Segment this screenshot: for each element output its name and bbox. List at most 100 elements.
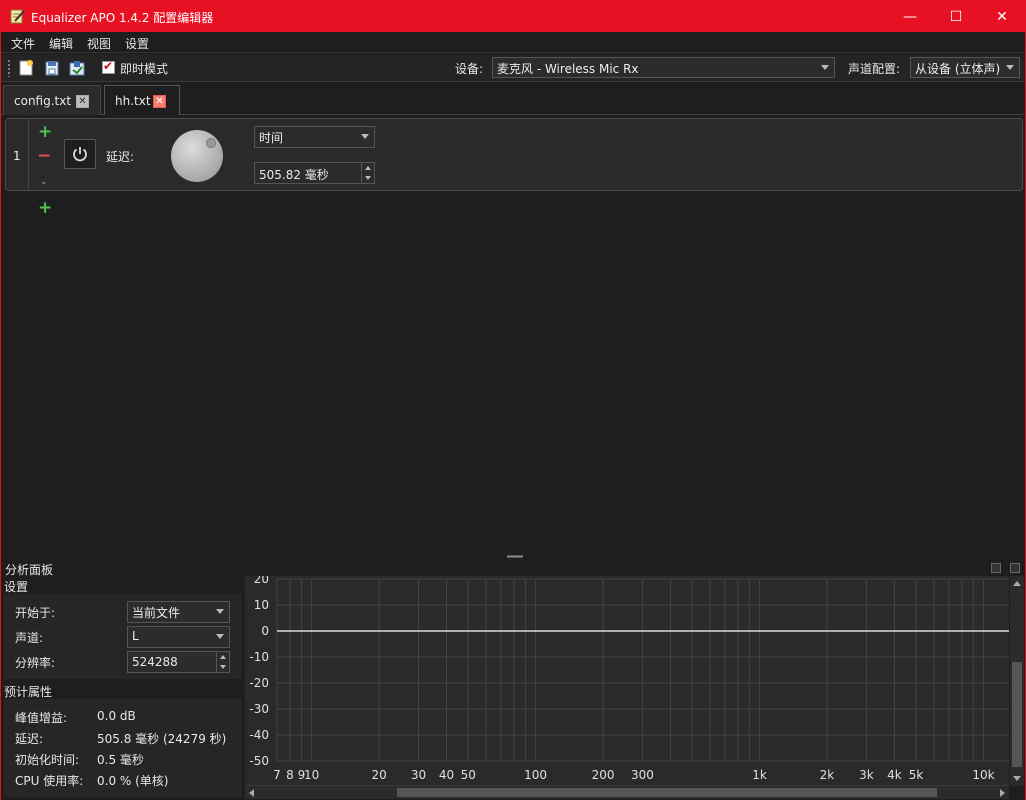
maximize-icon: ☐ <box>949 8 963 25</box>
close-button[interactable]: ✕ <box>979 1 1025 32</box>
vertical-scroll-thumb[interactable] <box>1012 662 1022 767</box>
add-filter-icon[interactable]: + <box>38 200 52 217</box>
remove-filter-icon[interactable]: − <box>37 148 51 165</box>
knob-indicator <box>206 138 216 148</box>
x-tick-label: 300 <box>631 768 654 782</box>
peak-gain-value: 0.0 dB <box>97 709 136 723</box>
add-filter-above-icon[interactable]: + <box>38 124 52 141</box>
menu-view[interactable]: 视图 <box>87 35 111 52</box>
panel-splitter-handle[interactable] <box>507 555 523 558</box>
save-file-icon[interactable] <box>68 59 86 77</box>
tab-bar: config.txt ✕ hh.txt ✕ <box>1 83 1025 115</box>
maximize-button[interactable]: ☐ <box>933 1 979 32</box>
chevron-down-icon <box>821 65 829 70</box>
frequency-response-chart[interactable]: 20100-10-20-30-40-507 8 910 20 30 40 50 100 200 3… <box>245 576 1009 786</box>
spin-buttons[interactable] <box>216 652 229 672</box>
filter-index: 1 <box>13 149 21 163</box>
close-icon: ✕ <box>996 8 1008 25</box>
x-tick-label: 20 <box>371 768 386 782</box>
toolbar-grip[interactable] <box>7 59 11 77</box>
window-title: Equalizer APO 1.4.2 配置编辑器 <box>31 11 214 25</box>
x-tick-label: 2k <box>820 768 835 782</box>
y-tick-label: 0 <box>261 624 269 638</box>
filter-row: 1 <box>5 118 1023 191</box>
open-file-icon[interactable] <box>43 59 61 77</box>
tab-config-txt[interactable]: config.txt ✕ <box>3 85 101 115</box>
title-bar[interactable]: Equalizer APO 1.4.2 配置编辑器 — ☐ ✕ <box>1 1 1025 32</box>
spin-buttons[interactable] <box>361 163 374 183</box>
minimize-icon: — <box>903 8 917 25</box>
y-tick-label: -40 <box>249 728 269 742</box>
minimize-button[interactable]: — <box>887 1 933 32</box>
y-tick-label: -20 <box>249 676 269 690</box>
latency-label: 延迟: <box>15 732 44 746</box>
x-tick-label: 1k <box>752 768 767 782</box>
device-select[interactable]: 麦克风 - Wireless Mic Rx <box>492 57 835 78</box>
scroll-down-icon[interactable] <box>1013 776 1021 781</box>
x-tick-label: 30 <box>411 768 426 782</box>
spin-up-icon[interactable] <box>220 655 226 659</box>
menu-file[interactable]: 文件 <box>11 35 35 52</box>
spin-down-icon[interactable] <box>220 665 226 669</box>
settings-title: 设置 <box>4 580 29 594</box>
spin-up-icon[interactable] <box>365 166 371 170</box>
start-select[interactable]: 当前文件 <box>127 601 230 623</box>
delay-value: 505.82 毫秒 <box>259 168 329 182</box>
instant-mode-checkbox[interactable] <box>102 59 115 74</box>
plot-area <box>277 579 1009 761</box>
chart-horizontal-scrollbar[interactable] <box>245 785 1009 799</box>
scroll-right-icon[interactable] <box>1000 789 1005 797</box>
y-tick-label: -30 <box>249 702 269 716</box>
expand-chevron-icon[interactable]: ⌄ <box>40 177 48 187</box>
power-toggle-button[interactable] <box>64 139 96 169</box>
notepad-icon <box>10 9 25 24</box>
y-tick-label: 10 <box>254 598 269 612</box>
chart-vertical-scrollbar[interactable] <box>1010 576 1024 786</box>
x-tick-label: 7 <box>273 768 281 782</box>
menu-edit[interactable]: 编辑 <box>49 35 73 52</box>
float-panel-icon[interactable] <box>991 563 1001 573</box>
start-value: 当前文件 <box>132 606 181 620</box>
latency-value: 505.8 毫秒 (24279 秒) <box>97 732 227 746</box>
resolution-spinbox[interactable]: 524288 <box>127 651 230 673</box>
channel-label: 声道: <box>15 631 44 645</box>
close-panel-icon[interactable] <box>1010 563 1020 573</box>
resolution-label: 分辨率: <box>15 656 56 670</box>
x-tick-label: 50 <box>461 768 476 782</box>
x-tick-label: 5k <box>909 768 924 782</box>
close-icon[interactable]: ✕ <box>76 95 89 108</box>
channel-config-select[interactable]: 从设备 (立体声) <box>910 57 1020 78</box>
delay-knob[interactable] <box>171 130 223 182</box>
resolution-value: 524288 <box>132 655 178 669</box>
y-tick-label: -50 <box>249 754 269 768</box>
delay-label: 延迟: <box>106 150 135 164</box>
spin-down-icon[interactable] <box>365 176 371 180</box>
channel-config-value: 从设备 (立体声) <box>915 62 1001 76</box>
init-time-label: 初始化时间: <box>15 753 80 767</box>
x-tick-label: 10k <box>972 768 994 782</box>
new-file-icon[interactable] <box>17 59 35 77</box>
app-window: Equalizer APO 1.4.2 配置编辑器 — ☐ ✕ 文件 编辑 视图… <box>0 0 1026 800</box>
channel-select[interactable]: L <box>127 626 230 648</box>
delay-value-spinbox[interactable]: 505.82 毫秒 <box>254 162 375 184</box>
scroll-up-icon[interactable] <box>1013 581 1021 586</box>
menu-settings[interactable]: 设置 <box>125 35 149 52</box>
delay-unit-value: 时间 <box>259 131 284 145</box>
scroll-left-icon[interactable] <box>249 789 254 797</box>
x-tick-label: 8 <box>286 768 294 782</box>
close-icon[interactable]: ✕ <box>153 95 166 108</box>
channel-value: L <box>132 629 139 643</box>
channel-config-label: 声道配置: <box>848 62 901 76</box>
peak-gain-label: 峰值增益: <box>15 711 68 725</box>
tab-label: hh.txt <box>115 94 151 108</box>
chevron-down-icon <box>216 634 224 639</box>
y-tick-label: -10 <box>249 650 269 664</box>
cpu-usage-label: CPU 使用率: <box>15 774 84 788</box>
tab-hh-txt[interactable]: hh.txt ✕ <box>104 85 180 115</box>
power-icon <box>73 147 87 162</box>
instant-mode-label: 即时模式 <box>120 62 169 76</box>
delay-unit-select[interactable]: 时间 <box>254 126 375 148</box>
horizontal-scroll-thumb[interactable] <box>397 788 937 797</box>
chevron-down-icon <box>1006 65 1014 70</box>
x-tick-label: 10 <box>304 768 319 782</box>
